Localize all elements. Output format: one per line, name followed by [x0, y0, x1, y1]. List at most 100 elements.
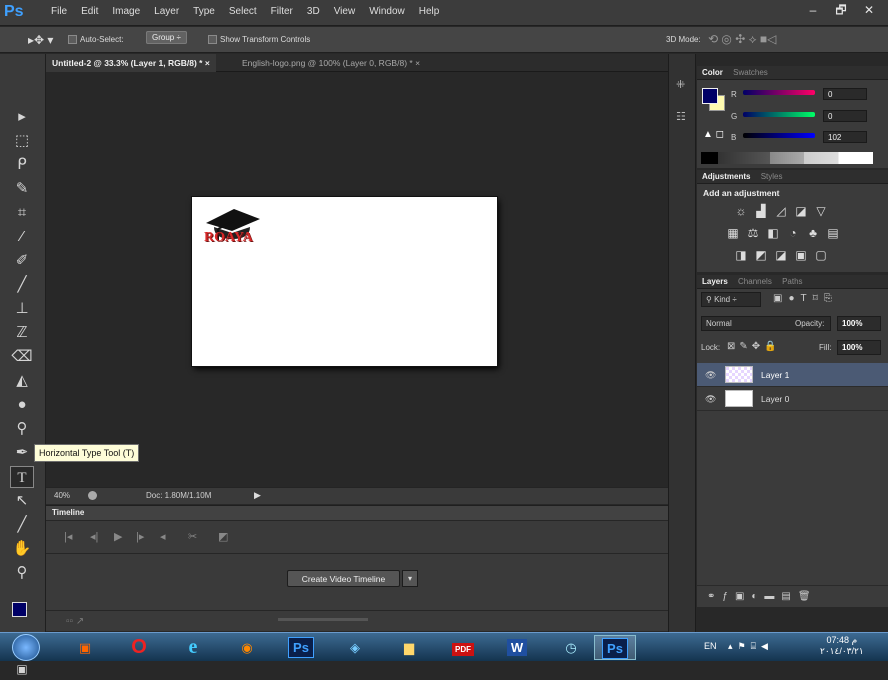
file-explorer-icon[interactable]: ▆	[388, 635, 430, 660]
audio-icon[interactable]: ◂	[160, 530, 166, 543]
next-frame-icon[interactable]: |▸	[136, 530, 144, 543]
blur-tool-icon[interactable]: ●	[10, 394, 34, 416]
fill-field[interactable]: 100%	[837, 340, 881, 355]
exposure-icon[interactable]: ◪	[793, 204, 809, 218]
hue-saturation-icon[interactable]: ▦	[725, 226, 741, 240]
clock[interactable]: 07:48 م ٢٠١٤/٠٣/٢١	[820, 635, 864, 657]
menu-edit[interactable]: Edit	[74, 6, 105, 17]
gradient-tool-icon[interactable]: ◭	[10, 370, 34, 392]
tab-swatches[interactable]: Swatches	[733, 68, 768, 77]
healing-brush-tool-icon[interactable]: ✐	[10, 250, 34, 272]
menu-filter[interactable]: Filter	[264, 6, 300, 17]
invert-icon[interactable]: ◨	[733, 248, 749, 262]
internet-explorer-icon[interactable]: e	[172, 635, 214, 660]
zoom-tool-icon[interactable]: ⚲	[10, 562, 34, 584]
slider-b[interactable]	[743, 133, 815, 138]
menu-type[interactable]: Type	[186, 6, 222, 17]
tab-english-logo[interactable]: English-logo.png @ 100% (Layer 0, RGB/8)…	[236, 54, 426, 72]
previous-frame-icon[interactable]: ◂|	[90, 530, 98, 543]
close-tab-icon[interactable]: ×	[205, 58, 210, 68]
3d-mode-icons[interactable]: ⟲ ◎ ✣ ⟡ ■◁	[708, 32, 776, 47]
menu-image[interactable]: Image	[105, 6, 147, 17]
go-to-first-frame-icon[interactable]: |◂	[64, 530, 72, 543]
gradient-map-icon[interactable]: ▣	[793, 248, 809, 262]
levels-icon[interactable]: ▟	[753, 204, 769, 218]
screen-mode-icon[interactable]: ▣	[10, 658, 34, 680]
threshold-icon[interactable]: ◪	[773, 248, 789, 262]
channel-b-value[interactable]: 102	[823, 131, 867, 143]
slider-r[interactable]	[743, 90, 815, 95]
channel-g-value[interactable]: 0	[823, 110, 867, 122]
checkbox-box[interactable]	[68, 35, 77, 45]
menu-file[interactable]: File	[44, 6, 74, 17]
pdf-reader-icon[interactable]: PDF	[442, 635, 484, 660]
auto-select-checkbox[interactable]: Auto-Select:	[68, 35, 124, 45]
opera-browser-icon[interactable]: O	[118, 635, 160, 660]
color-lookup-icon[interactable]: ▤	[825, 226, 841, 240]
hand-tool-icon[interactable]: ✋	[10, 538, 34, 560]
tab-color[interactable]: Color	[702, 68, 723, 77]
dodge-tool-icon[interactable]: ⚲	[10, 418, 34, 440]
tab-adjustments[interactable]: Adjustments	[702, 172, 750, 181]
speed-dial-icon[interactable]: ◷	[550, 635, 592, 660]
pen-tool-icon[interactable]: ✒	[10, 442, 34, 464]
color-balance-icon[interactable]: ⚖	[745, 226, 761, 240]
history-brush-tool-icon[interactable]: ℤ	[10, 322, 34, 344]
lasso-tool-icon[interactable]: ᑭ	[10, 154, 34, 176]
curves-icon[interactable]: ◿	[773, 204, 789, 218]
timeline-mode-dropdown[interactable]: ▾	[402, 570, 418, 587]
black-white-icon[interactable]: ◧	[765, 226, 781, 240]
network-icon[interactable]: ◈	[334, 635, 376, 660]
photoshop-taskbar-icon[interactable]: Ps	[280, 635, 322, 660]
media-player-icon[interactable]: ▣	[64, 635, 106, 660]
create-video-timeline-button[interactable]: Create Video Timeline	[287, 570, 400, 587]
close-button[interactable]: ✕	[856, 2, 882, 19]
channel-r-value[interactable]: 0	[823, 88, 867, 100]
opacity-field[interactable]: 100%	[837, 316, 881, 331]
menu-layer[interactable]: Layer	[147, 6, 186, 17]
system-tray-icons[interactable]: ▴⚑⌸◀	[728, 641, 773, 652]
vibrance-icon[interactable]: ▽	[813, 204, 829, 218]
menu-3d[interactable]: 3D	[300, 6, 327, 17]
visibility-eye-icon[interactable]: 👁	[705, 370, 716, 381]
zoom-level[interactable]: 40%	[54, 491, 70, 500]
eyedropper-tool-icon[interactable]: ⁄	[10, 226, 34, 248]
properties-panel-icon[interactable]: ☷	[676, 110, 686, 123]
path-selection-tool-icon[interactable]: ↖	[10, 490, 34, 512]
document-canvas[interactable]: ROAYA	[192, 197, 497, 366]
tab-paths[interactable]: Paths	[782, 277, 802, 286]
selective-color-icon[interactable]: ▢	[813, 248, 829, 262]
layer-filter-icons[interactable]: ▣●T⌑⎘	[773, 293, 838, 304]
fg-color-chip[interactable]	[702, 88, 718, 104]
play-icon[interactable]: ▶	[114, 530, 122, 543]
firefox-icon[interactable]: ◉	[226, 635, 268, 660]
tab-untitled-2[interactable]: Untitled-2 @ 33.3% (Layer 1, RGB/8) * ×	[46, 54, 216, 72]
layer-row-layer-1[interactable]: 👁 Layer 1	[697, 363, 888, 387]
show-transform-checkbox[interactable]: Show Transform Controls	[208, 35, 310, 45]
menu-view[interactable]: View	[327, 6, 363, 17]
tab-layers[interactable]: Layers	[702, 277, 728, 286]
quick-select-tool-icon[interactable]: ✎	[10, 178, 34, 200]
posterize-icon[interactable]: ◩	[753, 248, 769, 262]
photo-filter-icon[interactable]: ◔	[785, 226, 801, 240]
status-menu-arrow-icon[interactable]: ▶	[254, 490, 261, 501]
history-panel-icon[interactable]: ⁜	[676, 78, 685, 91]
crop-tool-icon[interactable]: ⌗	[10, 202, 34, 224]
filter-kind-select[interactable]: ⚲ Kind ÷	[701, 292, 761, 307]
brush-tool-icon[interactable]: ╱	[10, 274, 34, 296]
tab-channels[interactable]: Channels	[738, 277, 772, 286]
transition-icon[interactable]: ◩	[218, 530, 228, 543]
word-icon[interactable]: W	[496, 635, 538, 660]
checkbox-box[interactable]	[208, 35, 217, 45]
color-ramp[interactable]	[701, 152, 873, 164]
language-indicator[interactable]: EN	[704, 641, 717, 651]
convert-to-frame-icon[interactable]: ▫▫ ↗	[66, 616, 84, 627]
type-tool-icon[interactable]: T	[10, 466, 34, 488]
status-info-icon[interactable]	[88, 491, 97, 500]
layer-name[interactable]: Layer 0	[761, 394, 789, 404]
marquee-tool-icon[interactable]: ⬚	[10, 130, 34, 152]
menu-select[interactable]: Select	[222, 6, 264, 17]
brightness-icon[interactable]: ☼	[733, 204, 749, 218]
lock-icons[interactable]: ⊠✎✥🔒	[727, 341, 781, 352]
group-select[interactable]: Group ÷	[146, 31, 187, 44]
